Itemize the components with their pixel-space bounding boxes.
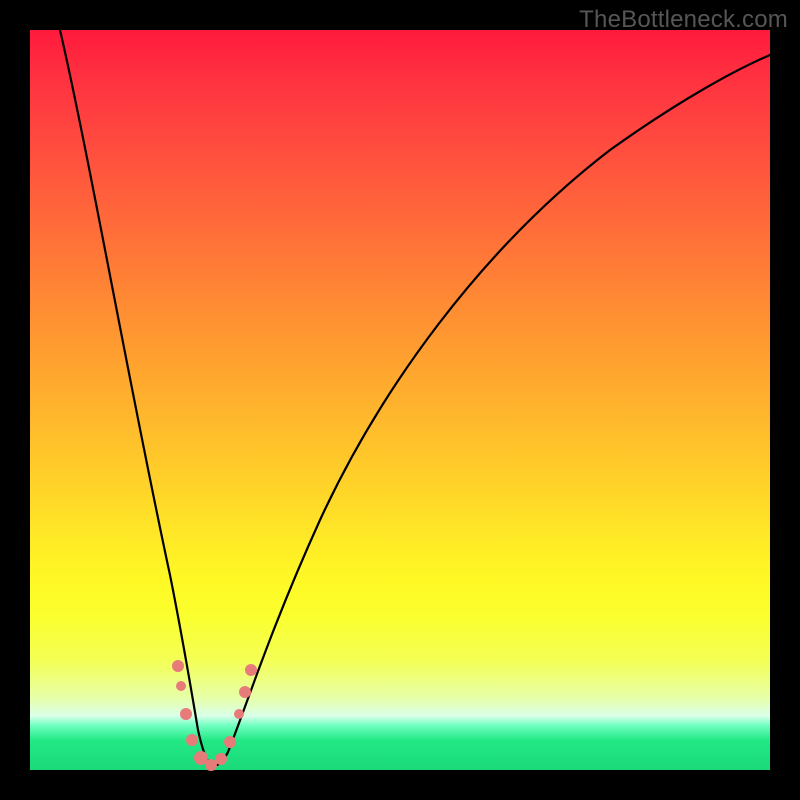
chart-svg bbox=[30, 30, 770, 770]
watermark-text: TheBottleneck.com bbox=[579, 6, 788, 34]
curve-markers bbox=[172, 660, 257, 771]
marker-dot bbox=[224, 736, 236, 748]
marker-dot bbox=[234, 709, 244, 719]
marker-dot bbox=[176, 681, 186, 691]
marker-dot bbox=[239, 686, 251, 698]
chart-frame: TheBottleneck.com bbox=[0, 0, 800, 800]
marker-dot bbox=[186, 734, 198, 746]
marker-dot bbox=[245, 664, 257, 676]
marker-dot bbox=[180, 708, 192, 720]
marker-dot bbox=[172, 660, 184, 672]
marker-dot bbox=[205, 759, 217, 771]
bottleneck-curve bbox=[60, 30, 770, 765]
marker-dot bbox=[215, 753, 227, 765]
